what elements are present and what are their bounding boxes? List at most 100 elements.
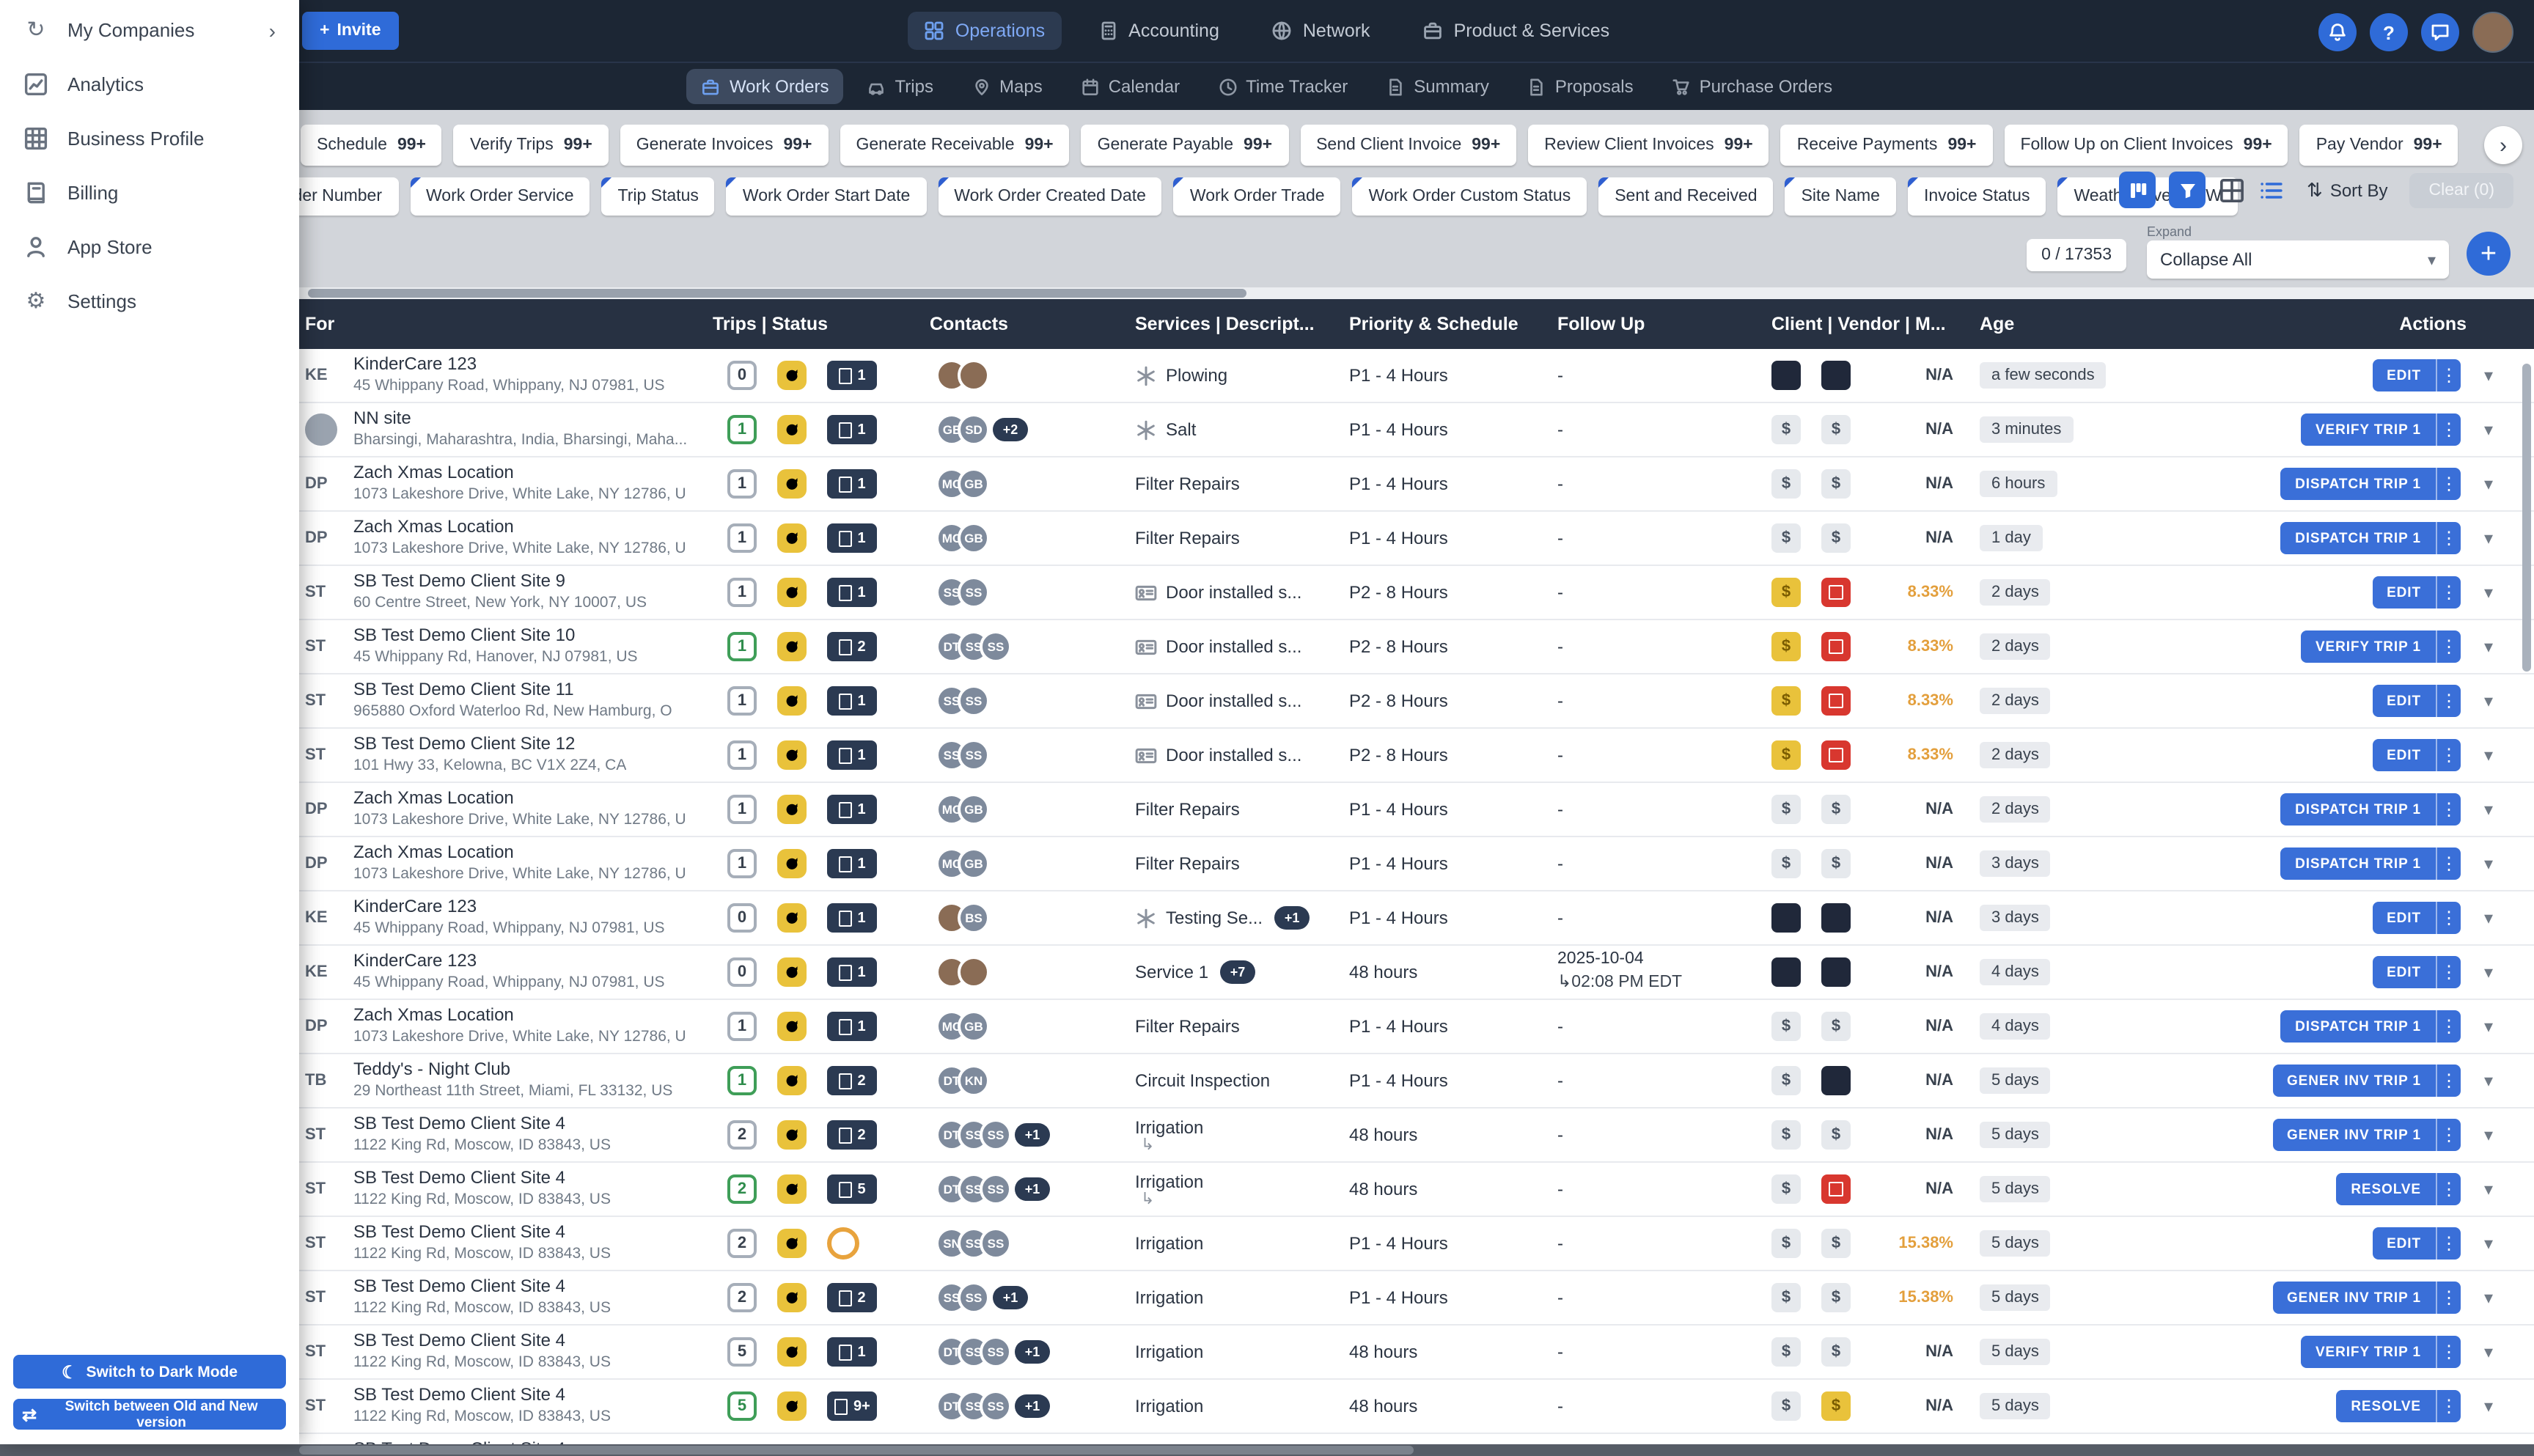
- contact-avatar[interactable]: SS: [958, 1282, 990, 1314]
- contact-avatar[interactable]: SS: [958, 685, 990, 717]
- expand-row-icon[interactable]: ▾: [2475, 1179, 2502, 1199]
- work-order-doc-badge[interactable]: 1: [827, 740, 877, 770]
- client-invoice-icon[interactable]: $: [1771, 632, 1801, 661]
- trip-count-badge[interactable]: 1: [727, 686, 757, 716]
- action-menu-button[interactable]: ⋮: [2436, 739, 2461, 771]
- contact-avatar[interactable]: SS: [980, 630, 1012, 663]
- contact-avatar[interactable]: GB: [958, 468, 990, 500]
- bulk-action-chip[interactable]: Generate Payable99+: [1081, 125, 1288, 166]
- table-horizontal-scrollbar[interactable]: [0, 287, 2534, 299]
- primary-action-button[interactable]: VERIFY TRIP 1: [2301, 413, 2436, 446]
- action-menu-button[interactable]: ⋮: [2436, 1173, 2461, 1205]
- vendor-invoice-icon[interactable]: $: [1821, 795, 1851, 824]
- contact-avatar[interactable]: [958, 956, 990, 988]
- clear-filters-button[interactable]: Clear (0): [2410, 172, 2513, 207]
- expand-row-icon[interactable]: ▾: [2475, 1396, 2502, 1416]
- action-menu-button[interactable]: ⋮: [2436, 685, 2461, 717]
- trip-status-icon[interactable]: [777, 469, 807, 499]
- more-contacts-badge[interactable]: +1: [1015, 1394, 1050, 1418]
- trip-status-icon[interactable]: [777, 523, 807, 553]
- more-services-badge[interactable]: +1: [1274, 906, 1310, 930]
- expand-row-icon[interactable]: ▾: [2475, 1016, 2502, 1037]
- trip-count-badge[interactable]: 2: [727, 1120, 757, 1150]
- vendor-invoice-icon[interactable]: $: [1821, 1283, 1851, 1312]
- expand-row-icon[interactable]: ▾: [2475, 528, 2502, 548]
- work-order-doc-badge[interactable]: 1: [827, 469, 877, 499]
- trip-status-icon[interactable]: [777, 1066, 807, 1095]
- nav-item-operations[interactable]: Operations: [908, 12, 1061, 50]
- filter-chip[interactable]: Work Order Service: [410, 177, 590, 216]
- expand-row-icon[interactable]: ▾: [2475, 1287, 2502, 1308]
- action-menu-button[interactable]: ⋮: [2436, 848, 2461, 880]
- client-invoice-icon[interactable]: $: [1771, 469, 1801, 499]
- trip-count-badge[interactable]: 1: [727, 632, 757, 661]
- trip-count-badge[interactable]: 1: [727, 849, 757, 878]
- vendor-invoice-icon[interactable]: $: [1821, 469, 1851, 499]
- primary-action-button[interactable]: DISPATCH TRIP 1: [2280, 848, 2436, 880]
- work-order-doc-badge[interactable]: 2: [827, 1283, 877, 1312]
- sort-by-button[interactable]: ⇅ Sort By: [2298, 177, 2397, 203]
- expand-row-icon[interactable]: ▾: [2475, 1342, 2502, 1362]
- trip-count-badge[interactable]: 2: [727, 1229, 757, 1258]
- contact-avatar[interactable]: SS: [980, 1227, 1012, 1260]
- add-work-order-button[interactable]: +: [2467, 232, 2511, 276]
- work-order-doc-badge[interactable]: 1: [827, 415, 877, 444]
- client-invoice-icon[interactable]: $: [1771, 523, 1801, 553]
- work-order-doc-badge[interactable]: 1: [827, 903, 877, 933]
- trip-status-icon[interactable]: [777, 795, 807, 824]
- vendor-invoice-icon[interactable]: [1821, 740, 1851, 770]
- trip-status-icon[interactable]: [777, 361, 807, 390]
- client-invoice-icon[interactable]: [1771, 361, 1801, 390]
- expand-row-icon[interactable]: ▾: [2475, 1233, 2502, 1254]
- trip-count-badge[interactable]: 5: [727, 1337, 757, 1367]
- help-button[interactable]: ?: [2370, 13, 2408, 51]
- primary-action-button[interactable]: GENER INV TRIP 1: [2272, 1065, 2436, 1097]
- trip-count-badge[interactable]: 0: [727, 957, 757, 987]
- vendor-invoice-icon[interactable]: [1821, 1174, 1851, 1204]
- trip-count-badge[interactable]: 0: [727, 903, 757, 933]
- trip-status-icon[interactable]: [777, 1283, 807, 1312]
- filter-chip[interactable]: Trip Status: [602, 177, 715, 216]
- action-menu-button[interactable]: ⋮: [2436, 1390, 2461, 1422]
- client-invoice-icon[interactable]: [1771, 903, 1801, 933]
- contact-avatar[interactable]: SS: [958, 576, 990, 608]
- contact-avatar[interactable]: SD: [958, 413, 990, 446]
- card-view-button[interactable]: [2119, 172, 2156, 208]
- chips-scroll-next-button[interactable]: ›: [2484, 126, 2522, 164]
- action-menu-button[interactable]: ⋮: [2436, 576, 2461, 608]
- filter-chip[interactable]: Work Order Custom Status: [1353, 177, 1587, 216]
- client-invoice-icon[interactable]: $: [1771, 795, 1801, 824]
- client-invoice-icon[interactable]: $: [1771, 578, 1801, 607]
- filter-chip[interactable]: Site Name: [1785, 177, 1896, 216]
- filter-chip[interactable]: Work Order Start Date: [727, 177, 926, 216]
- expand-row-icon[interactable]: ▾: [2475, 636, 2502, 657]
- expand-row-icon[interactable]: ▾: [2475, 962, 2502, 982]
- bulk-action-chip[interactable]: Generate Invoices99+: [620, 125, 829, 166]
- primary-action-button[interactable]: EDIT: [2372, 359, 2436, 391]
- vendor-invoice-icon[interactable]: [1821, 632, 1851, 661]
- drawer-item-business-profile[interactable]: Business Profile: [0, 111, 299, 166]
- client-invoice-icon[interactable]: $: [1771, 686, 1801, 716]
- collapse-all-dropdown[interactable]: Collapse All ▾: [2147, 240, 2449, 279]
- work-order-doc-badge[interactable]: 2: [827, 1120, 877, 1150]
- filter-chip[interactable]: Sent and Received: [1598, 177, 1773, 216]
- trip-status-icon[interactable]: [777, 903, 807, 933]
- grid-view-button[interactable]: [2219, 177, 2245, 203]
- dark-mode-toggle-button[interactable]: ☾ Switch to Dark Mode: [13, 1355, 286, 1389]
- action-menu-button[interactable]: ⋮: [2436, 1065, 2461, 1097]
- tab-proposals[interactable]: Proposals: [1513, 69, 1648, 104]
- trip-status-icon[interactable]: [777, 1391, 807, 1421]
- trip-count-badge[interactable]: 1: [727, 740, 757, 770]
- trip-count-badge[interactable]: 1: [727, 1012, 757, 1041]
- drawer-item-settings[interactable]: ⚙Settings: [0, 274, 299, 328]
- trip-status-icon[interactable]: [777, 415, 807, 444]
- trip-status-icon[interactable]: [777, 849, 807, 878]
- primary-action-button[interactable]: GENER INV TRIP 1: [2272, 1119, 2436, 1151]
- contact-avatar[interactable]: BS: [958, 902, 990, 934]
- trip-status-icon[interactable]: [777, 1174, 807, 1204]
- drawer-item-app-store[interactable]: App Store: [0, 220, 299, 274]
- expand-row-icon[interactable]: ▾: [2475, 691, 2502, 711]
- expand-row-icon[interactable]: ▾: [2475, 745, 2502, 765]
- bulk-action-chip[interactable]: Schedule99+: [301, 125, 442, 166]
- trip-count-badge[interactable]: 1: [727, 469, 757, 499]
